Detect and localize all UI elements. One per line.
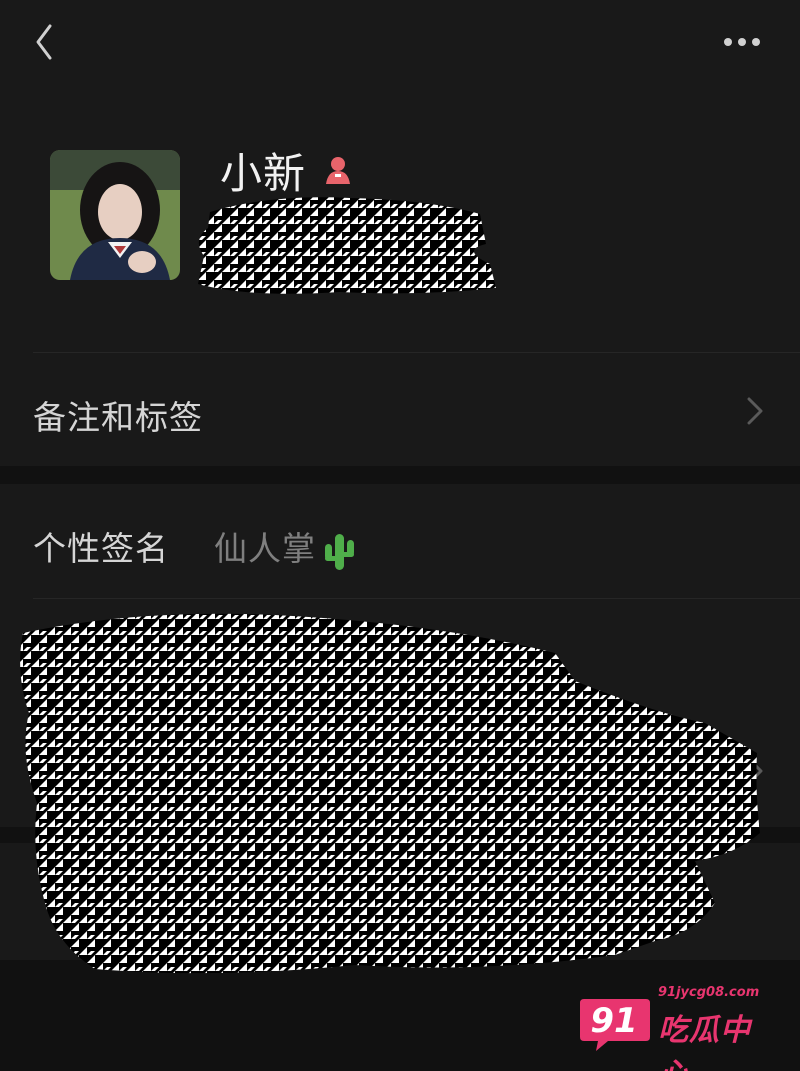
top-bar: [0, 0, 800, 90]
signature-value: 仙人掌: [214, 529, 316, 568]
more-button[interactable]: [720, 30, 768, 54]
profile-header: 小新: [0, 120, 800, 352]
remark-and-tags-label: 备注和标签: [33, 398, 203, 437]
section-gap: [0, 466, 800, 484]
redaction-scribble: [198, 197, 496, 294]
female-icon: [326, 157, 351, 184]
signature-row: 个性签名 仙人掌: [0, 484, 800, 598]
avatar[interactable]: [50, 150, 180, 280]
watermark-url: 91jycg08.com: [658, 985, 760, 1000]
redaction-scribble: [20, 613, 761, 974]
back-button[interactable]: [28, 22, 64, 62]
remark-and-tags-row[interactable]: 备注和标签: [0, 353, 800, 466]
chevron-left-icon: [36, 24, 52, 60]
chevron-right-icon: [747, 397, 763, 425]
watermark-number: 91: [590, 1001, 638, 1041]
watermark-logo: 91 91jycg08.com 吃瓜中心: [578, 985, 778, 1071]
signature-value-row: 仙人掌: [214, 522, 358, 572]
avatar-photo: [50, 150, 180, 280]
name-row: 小新: [220, 140, 354, 200]
watermark-text: 吃瓜中心: [658, 1013, 751, 1071]
signature-label: 个性签名: [33, 529, 169, 568]
ellipsis-icon: [724, 38, 760, 46]
cactus-icon: [325, 533, 354, 570]
